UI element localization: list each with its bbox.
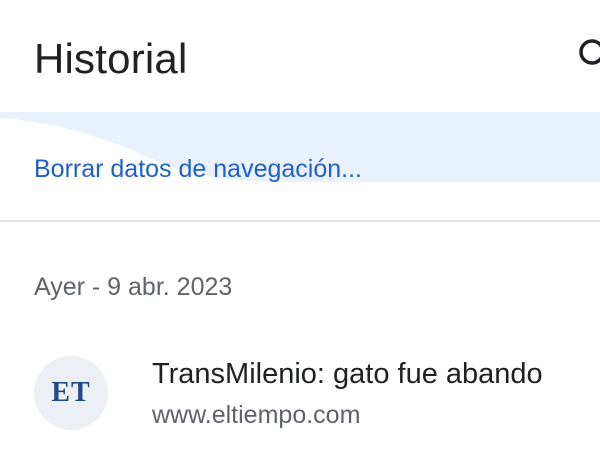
history-item[interactable]: ET TransMilenio: gato fue abando www.elt… xyxy=(0,340,600,450)
app-header: Historial xyxy=(0,0,600,115)
search-icon[interactable] xyxy=(578,36,600,76)
history-item-title: TransMilenio: gato fue abando xyxy=(152,358,543,390)
page-title: Historial xyxy=(34,35,188,82)
history-page: Historial Borrar datos de navegación... … xyxy=(0,0,600,455)
history-item-url: www.eltiempo.com xyxy=(152,401,361,429)
clear-browsing-data-link[interactable]: Borrar datos de navegación... xyxy=(34,153,362,185)
favicon-text: ET xyxy=(51,377,91,408)
site-favicon: ET xyxy=(34,356,108,430)
date-header: Ayer - 9 abr. 2023 xyxy=(34,273,233,301)
section-divider xyxy=(0,220,600,222)
